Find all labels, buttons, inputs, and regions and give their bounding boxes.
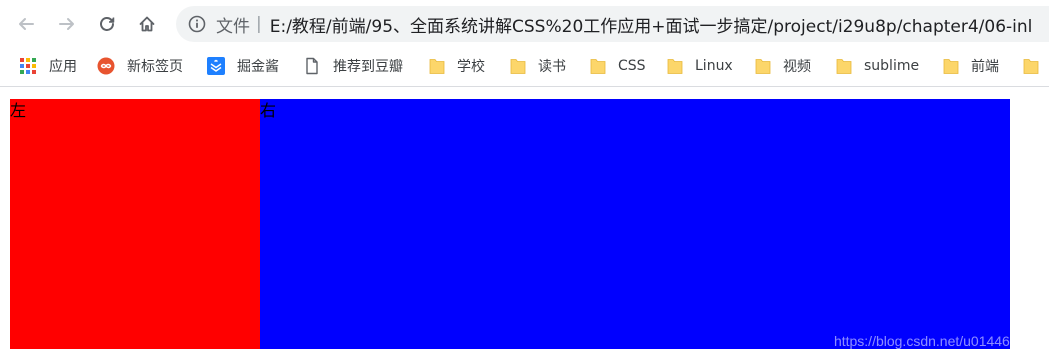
bookmark-apps[interactable]: 应用 <box>19 48 77 84</box>
folder-icon <box>429 59 445 74</box>
bookmark-label: 前端 <box>971 59 999 75</box>
browser-toolbar: 文件 | E:/教程/前端/95、全面系统讲解CSS%20工作应用+面试一步搞定… <box>0 0 1049 48</box>
folder-icon <box>590 59 606 74</box>
address-bar[interactable]: 文件 | E:/教程/前端/95、全面系统讲解CSS%20工作应用+面试一步搞定… <box>176 6 1049 42</box>
bookmark-label: 掘金酱 <box>237 59 279 75</box>
bookmark-label: 应用 <box>49 59 77 75</box>
watermark: https://blog.csdn.net/u014465934 <box>833 333 1041 349</box>
bookmark-folder-linux[interactable]: Linux <box>667 48 733 84</box>
folder-icon <box>836 59 852 74</box>
bookmark-douban[interactable]: 推荐到豆瓣 <box>303 48 403 84</box>
reload-button[interactable] <box>91 8 123 40</box>
folder-icon <box>667 59 683 74</box>
bookmark-label: 视频 <box>783 59 811 75</box>
folder-icon <box>943 59 959 74</box>
right-box-text: 右 <box>260 101 277 120</box>
folder-icon <box>510 59 526 74</box>
url-text[interactable]: E:/教程/前端/95、全面系统讲解CSS%20工作应用+面试一步搞定/proj… <box>270 12 1033 37</box>
bookmark-label: sublime <box>864 58 920 74</box>
bookmark-label: Linux <box>695 58 733 74</box>
arrow-left-icon <box>19 18 34 30</box>
bookmark-folder-reading[interactable]: 读书 <box>510 48 566 84</box>
bookmarks-bar: 应用 新标签页 掘金酱 推荐到豆瓣 学校 读书 CSS Linux 视频 sub… <box>0 48 1049 87</box>
new-tab-icon <box>97 57 115 75</box>
scheme-separator: | <box>256 14 262 34</box>
forward-button[interactable] <box>51 8 83 40</box>
bookmark-label: 学校 <box>457 59 485 75</box>
info-icon[interactable] <box>188 15 206 33</box>
bookmark-label: 读书 <box>538 59 566 75</box>
bookmark-folder-css[interactable]: CSS <box>590 48 646 84</box>
juejin-icon <box>207 57 225 75</box>
left-box: 左 <box>10 99 260 349</box>
home-icon <box>139 16 155 32</box>
left-box-text: 左 <box>10 101 27 120</box>
bookmark-folder-frontend[interactable]: 前端 <box>943 48 999 84</box>
reload-icon <box>100 17 115 31</box>
folder-icon <box>755 59 771 74</box>
bookmark-new-tab[interactable]: 新标签页 <box>97 48 183 84</box>
folder-icon <box>1023 59 1039 74</box>
page-icon <box>306 57 318 75</box>
bookmark-folder-video[interactable]: 视频 <box>755 48 811 84</box>
right-box: 右 <box>260 99 1010 349</box>
apps-grid-icon <box>20 58 36 74</box>
home-button[interactable] <box>131 8 163 40</box>
bookmark-label: 推荐到豆瓣 <box>333 59 403 75</box>
bookmark-juejin[interactable]: 掘金酱 <box>207 48 279 84</box>
bookmark-folder-school[interactable]: 学校 <box>429 48 485 84</box>
page-content: 左 右 <box>10 99 1010 349</box>
bookmark-folder-overflow[interactable] <box>1023 48 1049 84</box>
bookmark-folder-sublime[interactable]: sublime <box>836 48 919 84</box>
back-button[interactable] <box>10 8 42 40</box>
bookmark-label: 新标签页 <box>127 59 183 75</box>
arrow-right-icon <box>59 18 74 30</box>
bookmark-label: CSS <box>618 58 646 74</box>
scheme-label: 文件 <box>216 16 250 37</box>
